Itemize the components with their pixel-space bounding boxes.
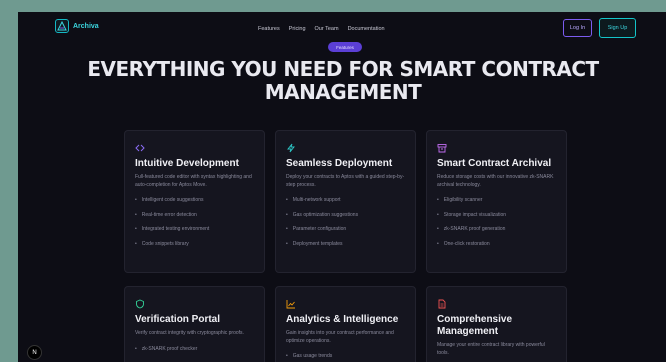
card-title: Verification Portal	[135, 314, 221, 325]
card-smart-contract-archival: Smart Contract Archival Reduce storage c…	[426, 130, 567, 273]
feature-list: Eligibility scanner Storage impact visua…	[437, 193, 556, 251]
list-item: zk-SNARK proof checker	[135, 342, 254, 357]
app-window: Archiva Features Pricing Our Team Docume…	[18, 12, 666, 362]
login-button[interactable]: Log In	[563, 19, 592, 37]
card-seamless-deployment: Seamless Deployment Deploy your contract…	[275, 130, 416, 273]
chart-icon	[286, 300, 295, 309]
list-item: Intelligent code suggestions	[135, 193, 254, 208]
lightning-icon	[287, 143, 295, 153]
nav-pricing[interactable]: Pricing	[289, 26, 306, 32]
archiva-logo-icon	[55, 19, 69, 33]
feature-list: zk-SNARK proof checker	[135, 342, 254, 357]
archive-icon	[437, 144, 447, 153]
main-nav: Features Pricing Our Team Documentation	[258, 26, 385, 32]
list-item: Deployment templates	[286, 237, 405, 252]
brand-name: Archiva	[73, 22, 99, 30]
nav-features[interactable]: Features	[258, 26, 280, 32]
shield-icon	[136, 299, 144, 309]
card-description: Deploy your contracts to Aptos with a gu…	[286, 174, 405, 188]
top-navbar: Archiva Features Pricing Our Team Docume…	[18, 12, 666, 46]
card-comprehensive-management: Comprehensive Management Manage your ent…	[426, 286, 567, 362]
list-item: Gas usage trends	[286, 349, 405, 362]
list-item: One-click restoration	[437, 237, 556, 252]
card-title: Smart Contract Archival	[437, 158, 552, 169]
list-item: Real-time error detection	[135, 208, 254, 223]
list-item: zk-SNARK proof generation	[437, 222, 556, 237]
dev-tools-badge[interactable]: N	[27, 345, 42, 360]
list-item: Integrated testing environment	[135, 222, 254, 237]
list-item: Storage impact visualization	[437, 208, 556, 223]
card-description: Reduce storage costs with our innovative…	[437, 174, 554, 188]
feature-list: Intelligent code suggestions Real-time e…	[135, 193, 254, 251]
nav-our-team[interactable]: Our Team	[315, 26, 339, 32]
card-intuitive-development: Intuitive Development Full-featured code…	[124, 130, 265, 273]
list-item: Multi-network support	[286, 193, 405, 208]
card-description: Verify contract integrity with cryptogra…	[135, 330, 244, 336]
code-icon	[135, 144, 145, 152]
card-analytics-intelligence: Analytics & Intelligence Gain insights i…	[275, 286, 416, 362]
brand-logo[interactable]: Archiva	[55, 19, 99, 33]
list-item: Gas optimization suggestions	[286, 208, 405, 223]
card-description: Gain insights into your contract perform…	[286, 330, 394, 344]
feature-list: Multi-network support Gas optimization s…	[286, 193, 405, 251]
card-title: Intuitive Development	[135, 158, 239, 169]
list-item: Eligibility scanner	[437, 193, 556, 208]
document-icon	[438, 299, 446, 309]
card-title: Seamless Deployment	[286, 158, 393, 169]
list-item: Code snippets library	[135, 237, 254, 252]
features-badge: Features	[328, 42, 362, 52]
card-description: Manage your entire contract library with…	[437, 342, 545, 356]
card-description: Full-featured code editor with syntax hi…	[135, 174, 252, 188]
card-verification-portal: Verification Portal Verify contract inte…	[124, 286, 265, 362]
card-title: Analytics & Intelligence	[286, 314, 399, 325]
list-item: Parameter configuration	[286, 222, 405, 237]
hero-title: EVERYTHING YOU NEED FOR SMART CONTRACT M…	[87, 57, 599, 104]
signup-button[interactable]: Sign Up	[599, 18, 636, 38]
feature-list: Gas usage trends	[286, 349, 405, 362]
card-title: Comprehensive Management	[437, 314, 513, 337]
nav-documentation[interactable]: Documentation	[348, 26, 385, 32]
